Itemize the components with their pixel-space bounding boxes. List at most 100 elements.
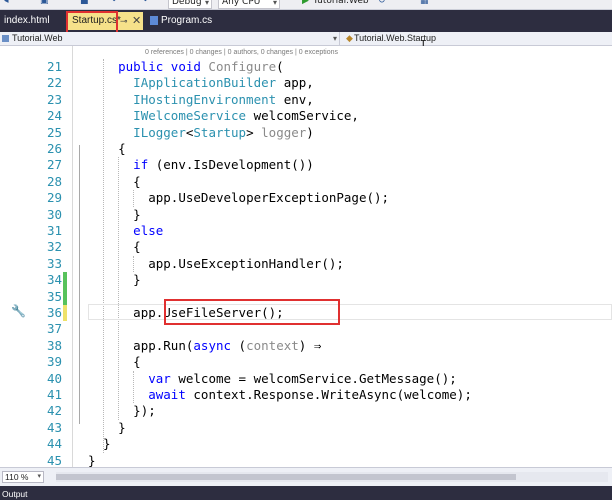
close-tab-icon[interactable]: ✕ [132, 12, 141, 30]
code-text: }); [133, 403, 156, 419]
code-line[interactable]: 27 if (env.IsDevelopment()) [0, 157, 612, 173]
line-number: 42 [46, 403, 62, 419]
code-text: { [118, 141, 126, 157]
tab-label: index.html [4, 15, 50, 26]
new-item-icon[interactable]: ▣ [40, 0, 49, 9]
outline-collapse-bar[interactable] [79, 161, 80, 211]
code-token: app.Run( [133, 337, 194, 353]
change-indicator [63, 288, 67, 305]
code-line[interactable]: 41 await context.Response.WriteAsync(welc… [0, 387, 612, 403]
line-number: 23 [46, 91, 62, 107]
platform-dropdown[interactable]: Any CPU [218, 0, 280, 9]
code-text: } [133, 272, 141, 288]
code-token: ) [306, 124, 314, 140]
horizontal-scrollbar[interactable] [56, 472, 608, 482]
code-token: } [88, 452, 96, 468]
outline-collapse-bar[interactable] [79, 227, 80, 277]
code-token: } [103, 436, 111, 452]
line-number: 38 [46, 337, 62, 353]
code-line[interactable]: 25 ILogger<Startup> logger) [0, 125, 612, 141]
code-text: app.Run(async (context) ⇒ [133, 338, 321, 354]
code-token: welcomService, [246, 108, 359, 124]
code-token: } [133, 206, 141, 222]
code-line[interactable]: 40 var welcome = welcomService.GetMessage… [0, 371, 612, 387]
redo-icon[interactable]: ↷ [140, 0, 148, 9]
indent-guide [103, 59, 105, 453]
project-dropdown[interactable]: Tutorial.Web ▾ [0, 32, 340, 45]
code-token: logger [261, 124, 307, 140]
pin-icon[interactable]: ⊸ [120, 12, 128, 30]
code-text: var welcome = welcomService.GetMessage()… [148, 371, 457, 387]
code-line[interactable]: 38 app.Run(async (context) ⇒ [0, 338, 612, 354]
code-line[interactable]: 31 else [0, 223, 612, 239]
code-text: public void Configure( [118, 59, 284, 75]
code-token: else [133, 223, 164, 238]
code-text: app.UseDeveloperExceptionPage(); [148, 190, 389, 206]
code-editor[interactable]: 0 references | 0 changes | 0 authors, 0 … [0, 46, 612, 468]
refresh-icon[interactable]: ↻ [378, 0, 386, 9]
code-line[interactable]: 32 { [0, 239, 612, 255]
code-text: app.UseExceptionHandler(); [148, 256, 344, 272]
code-token: IHostingEnvironment [133, 91, 277, 107]
line-number: 43 [46, 419, 62, 435]
save-icon[interactable]: ■ [80, 0, 89, 9]
quick-action-icon[interactable]: 🔧 [11, 304, 26, 318]
code-line[interactable]: 26 { [0, 141, 612, 157]
project-label: Tutorial.Web [12, 33, 63, 43]
code-token: IApplicationBuilder [133, 75, 277, 91]
codelens-info[interactable]: 0 references | 0 changes | 0 authors, 0 … [145, 49, 338, 56]
indent-guide [133, 370, 135, 404]
line-number: 33 [46, 255, 62, 271]
line-number: 37 [46, 321, 62, 337]
navigate-back-icon[interactable]: ◂ [4, 0, 9, 9]
scrollbar-thumb[interactable] [56, 474, 516, 480]
output-panel-tab[interactable]: Output [0, 486, 612, 500]
code-line[interactable]: 23 IHostingEnvironment env, [0, 92, 612, 108]
code-text: else [133, 223, 163, 239]
code-text: } [103, 436, 111, 452]
undo-icon[interactable]: ↶ [112, 0, 120, 9]
code-text: IWelcomeService welcomService, [133, 108, 359, 124]
code-line[interactable]: 44} [0, 436, 612, 452]
code-line[interactable]: 28 { [0, 174, 612, 190]
code-line[interactable]: 33 app.UseExceptionHandler(); [0, 256, 612, 272]
code-text: { [133, 174, 141, 190]
indent-guide [118, 157, 120, 420]
code-line[interactable]: 39 { [0, 354, 612, 370]
code-token: } [133, 272, 141, 288]
line-number: 41 [46, 387, 62, 402]
code-line[interactable]: 21 public void Configure( [0, 59, 612, 75]
code-text: ILogger<Startup> logger) [133, 125, 314, 141]
code-token: ILogger [133, 124, 186, 140]
code-line[interactable]: 42}); [0, 403, 612, 419]
scope-dropdown[interactable]: ◆ Tutorial.Web.Startup [344, 32, 612, 45]
outline-collapse-bar[interactable] [79, 341, 80, 408]
code-line[interactable]: 30} [0, 207, 612, 223]
zoom-dropdown[interactable]: 110 % ▾ [2, 471, 44, 483]
code-token: app.UseDeveloperExceptionPage(); [148, 190, 390, 206]
tab-program-cs[interactable]: Program.cs [146, 12, 216, 30]
code-line[interactable]: 22 IApplicationBuilder app, [0, 75, 612, 91]
code-token: ) ⇒ [298, 337, 322, 353]
chevron-down-icon: ▾ [37, 473, 41, 480]
line-number: 22 [46, 75, 62, 91]
tab-index-html[interactable]: index.html [0, 12, 64, 30]
code-token: ( [231, 337, 247, 353]
code-line[interactable]: 43} [0, 420, 612, 436]
line-number: 35 [46, 288, 62, 304]
chevron-down-icon: ▾ [332, 34, 337, 43]
code-line[interactable]: 29 app.UseDeveloperExceptionPage(); [0, 190, 612, 206]
toolbar-icon[interactable]: ▦ [420, 0, 429, 9]
line-number: 28 [46, 173, 62, 189]
editor-status-bar: 110 % ▾ [0, 467, 612, 486]
code-token: welcome = welcomService.GetMessage(); [170, 370, 457, 386]
code-token: IWelcomeService [133, 108, 247, 124]
run-target-button[interactable]: Tutorial.Web [313, 0, 369, 9]
change-indicator [63, 305, 67, 322]
code-line[interactable]: 24 IWelcomeService welcomService, [0, 108, 612, 124]
run-icon[interactable]: ▶ [302, 0, 309, 9]
code-line[interactable]: 34} [0, 272, 612, 289]
navigation-bar: Tutorial.Web ▾ ◆ Tutorial.Web.Startup [0, 32, 612, 46]
code-token: var [148, 370, 171, 386]
config-dropdown[interactable]: Debug [168, 0, 212, 9]
